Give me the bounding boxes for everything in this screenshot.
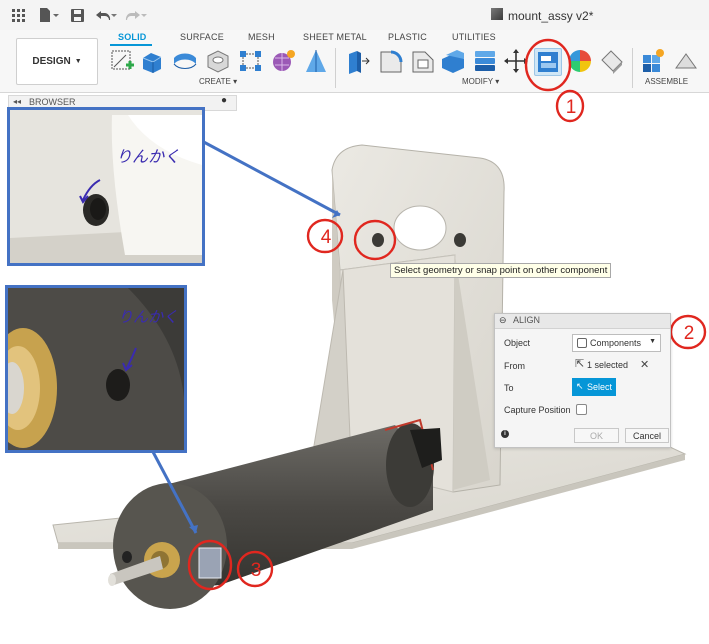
svg-text:4: 4: [321, 227, 332, 248]
to-label: To: [504, 383, 514, 393]
clear-selection-icon[interactable]: ✕: [640, 358, 649, 371]
ok-button[interactable]: OK: [574, 428, 619, 443]
capture-position-label: Capture Position: [504, 405, 571, 415]
object-type-select[interactable]: Components ▼: [572, 334, 661, 352]
capture-position-checkbox[interactable]: [576, 404, 587, 415]
zoom-inset-lower: りんかく: [5, 285, 187, 453]
component-icon: [577, 338, 587, 348]
svg-text:2: 2: [684, 323, 695, 344]
align-dialog: ⊖ ALIGN Object Components ▼ From ⇱ 1 sel…: [494, 313, 671, 448]
pin-icon[interactable]: ●: [221, 95, 227, 106]
info-icon[interactable]: i: [501, 430, 509, 438]
zoom-inset-upper: りんかく: [7, 107, 205, 266]
object-label: Object: [504, 338, 531, 348]
cursor-arrow-icon: ⇱: [575, 358, 585, 370]
from-selection-count[interactable]: 1 selected: [587, 360, 628, 370]
dialog-title: ALIGN: [513, 315, 541, 325]
browser-label: BROWSER: [29, 97, 76, 107]
note-upper: りんかく: [116, 147, 180, 166]
cursor-arrow-icon: ↖: [576, 381, 584, 391]
cancel-button[interactable]: Cancel: [625, 428, 669, 443]
from-label: From: [504, 361, 525, 371]
dialog-header[interactable]: ⊖ ALIGN: [495, 314, 670, 329]
svg-text:1: 1: [566, 97, 577, 118]
svg-text:3: 3: [251, 560, 262, 581]
to-select-button[interactable]: ↖ Select: [572, 378, 616, 396]
note-lower: りんかく: [118, 308, 178, 326]
collapse-icon[interactable]: ⊖: [499, 315, 507, 326]
chevron-down-icon: ▼: [649, 338, 656, 345]
collapse-panel-icon[interactable]: ◂◂: [13, 97, 21, 106]
callout-line-upper: [199, 138, 341, 217]
selection-tooltip: Select geometry or snap point on other c…: [390, 263, 612, 278]
